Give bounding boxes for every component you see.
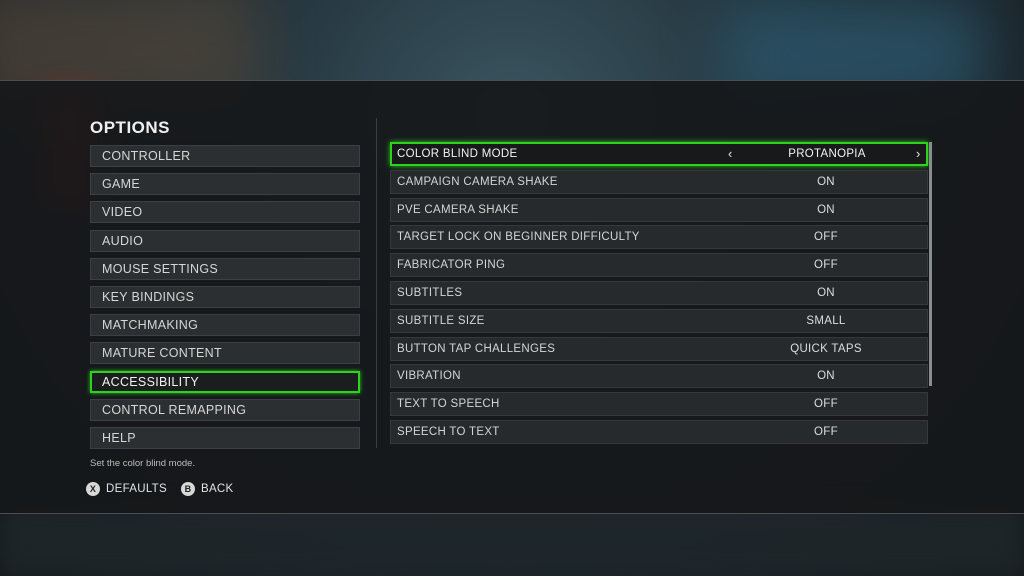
setting-label: PVE CAMERA SHAKE <box>397 203 519 216</box>
defaults-button[interactable]: X DEFAULTS <box>86 482 167 496</box>
menu-item-help[interactable]: HELP <box>90 426 360 449</box>
setting-value: QUICK TAPS <box>790 342 862 355</box>
setting-label: VIBRATION <box>397 370 461 383</box>
setting-label: TEXT TO SPEECH <box>397 398 500 411</box>
footer-controls: X DEFAULTS B BACK <box>86 482 248 496</box>
setting-row-subtitle-size[interactable]: SUBTITLE SIZE SMALL <box>390 308 928 333</box>
menu-item-audio[interactable]: AUDIO <box>90 229 360 252</box>
back-button[interactable]: B BACK <box>180 482 234 496</box>
menu-item-game[interactable]: GAME <box>90 173 360 196</box>
x-button-icon: X <box>86 482 100 496</box>
setting-value: ON <box>817 175 835 188</box>
divider <box>376 118 377 448</box>
menu-item-video[interactable]: VIDEO <box>90 201 360 224</box>
scrollbar[interactable] <box>929 142 932 386</box>
setting-row-vibration[interactable]: VIBRATION ON <box>390 364 928 389</box>
setting-row-pve-camera-shake[interactable]: PVE CAMERA SHAKE ON <box>390 197 928 222</box>
setting-value: OFF <box>814 231 838 244</box>
setting-label: BUTTON TAP CHALLENGES <box>397 342 556 355</box>
setting-value: OFF <box>814 259 838 272</box>
setting-row-fabricator-ping[interactable]: FABRICATOR PING OFF <box>390 253 928 278</box>
setting-label: COLOR BLIND MODE <box>397 148 518 160</box>
menu-item-matchmaking[interactable]: MATCHMAKING <box>90 314 360 337</box>
setting-value: SMALL <box>806 314 846 327</box>
setting-row-color-blind-mode[interactable]: COLOR BLIND MODE ‹ PROTANOPIA › <box>390 142 928 166</box>
setting-description: Set the color blind mode. <box>90 458 196 469</box>
setting-row-subtitles[interactable]: SUBTITLES ON <box>390 280 928 305</box>
setting-value: ON <box>817 203 835 216</box>
setting-label: SUBTITLES <box>397 286 463 299</box>
setting-row-speech-to-text[interactable]: SPEECH TO TEXT OFF <box>390 419 928 444</box>
menu-item-controller[interactable]: CONTROLLER <box>90 145 360 167</box>
setting-value: OFF <box>814 425 838 438</box>
defaults-label: DEFAULTS <box>106 483 167 495</box>
setting-value: PROTANOPIA <box>788 148 866 160</box>
options-menu: CONTROLLER GAME VIDEO AUDIO MOUSE SETTIN… <box>90 145 360 455</box>
menu-item-mouse-settings[interactable]: MOUSE SETTINGS <box>90 257 360 280</box>
page-title: OPTIONS <box>90 118 171 137</box>
setting-value: OFF <box>814 398 838 411</box>
setting-label: CAMPAIGN CAMERA SHAKE <box>397 175 558 188</box>
chevron-right-icon[interactable]: › <box>916 144 921 164</box>
setting-value: ON <box>817 370 835 383</box>
setting-label: FABRICATOR PING <box>397 259 506 272</box>
setting-row-button-tap-challenges[interactable]: BUTTON TAP CHALLENGES QUICK TAPS <box>390 336 928 361</box>
menu-item-key-bindings[interactable]: KEY BINDINGS <box>90 285 360 308</box>
back-label: BACK <box>200 483 234 495</box>
setting-label: SPEECH TO TEXT <box>397 425 500 438</box>
setting-label: TARGET LOCK ON BEGINNER DIFFICULTY <box>397 231 640 244</box>
setting-label: SUBTITLE SIZE <box>397 314 485 327</box>
menu-item-mature-content[interactable]: MATURE CONTENT <box>90 342 360 365</box>
menu-item-accessibility[interactable]: ACCESSIBILITY <box>90 370 360 393</box>
setting-row-text-to-speech[interactable]: TEXT TO SPEECH OFF <box>390 392 928 417</box>
setting-row-campaign-camera-shake[interactable]: CAMPAIGN CAMERA SHAKE ON <box>390 169 928 194</box>
menu-item-control-remapping[interactable]: CONTROL REMAPPING <box>90 398 360 421</box>
setting-row-target-lock[interactable]: TARGET LOCK ON BEGINNER DIFFICULTY OFF <box>390 225 928 250</box>
settings-list: COLOR BLIND MODE ‹ PROTANOPIA › CAMPAIGN… <box>390 142 928 448</box>
b-button-icon: B <box>180 482 195 496</box>
setting-value: ON <box>817 286 835 299</box>
chevron-left-icon[interactable]: ‹ <box>728 144 733 164</box>
